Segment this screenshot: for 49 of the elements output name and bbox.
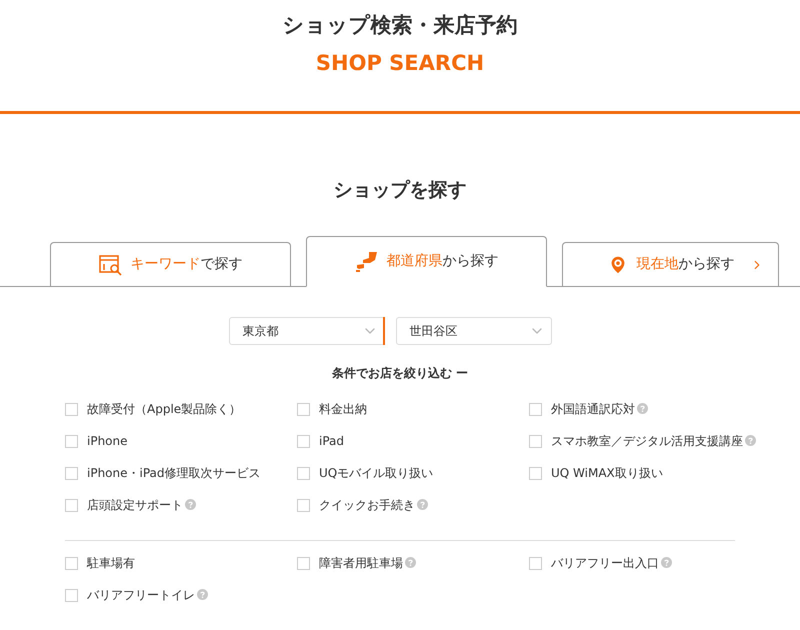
search-tab[interactable]: 都道府県から探す [306,236,547,287]
filter-label: 料金出納 [319,401,367,418]
checkbox[interactable] [529,403,542,416]
checkbox[interactable] [65,467,78,480]
checkbox[interactable] [65,589,78,602]
checkbox[interactable] [529,557,542,570]
search-icon [98,254,122,276]
help-icon[interactable] [417,499,428,510]
filter-label: クイックお手続き [319,497,428,514]
filter-label: 故障受付（Apple製品除く） [87,401,242,418]
search-tab[interactable]: キーワードで探す [50,242,291,286]
filter-label: UQモバイル取り扱い [319,465,434,482]
collapse-toggle[interactable]: ー [456,367,468,379]
filter-label: 外国語通訳応対 [551,401,648,418]
filter-label: スマホ教室／デジタル活用支援講座 [551,433,756,450]
filter-label: 駐車場有 [87,555,135,572]
page-subtitle: SHOP SEARCH [316,50,484,77]
checkbox[interactable] [529,435,542,448]
checkbox[interactable] [297,403,310,416]
search-tab[interactable]: 現在地から探す [562,242,779,286]
help-icon[interactable] [197,589,208,600]
help-icon[interactable] [661,557,672,568]
filter-title: 条件でお店を絞り込む [332,365,452,382]
checkbox[interactable] [65,557,78,570]
help-icon[interactable] [745,435,756,446]
checkbox[interactable] [297,435,310,448]
help-icon[interactable] [185,499,196,510]
checkbox[interactable] [529,467,542,480]
japan-map-icon [354,250,378,272]
help-icon[interactable] [637,403,648,414]
checkbox[interactable] [297,557,310,570]
section-title: ショップを探す [334,178,466,203]
checkbox[interactable] [65,435,78,448]
filter-label: iPhone・iPad修理取次サービス [87,465,261,482]
page-title: ショップ検索・来店予約 [282,12,518,39]
filter-label: 障害者用駐車場 [319,555,416,572]
filter-label: iPhone [87,433,128,450]
filter-label: バリアフリー出入口 [551,555,672,572]
filter-label: UQ WiMAX取り扱い [551,465,663,482]
checkbox[interactable] [65,403,78,416]
checkbox[interactable] [297,467,310,480]
help-icon[interactable] [405,557,416,568]
filter-label: iPad [319,433,344,450]
filter-label: バリアフリートイレ [87,587,208,604]
checkbox[interactable] [65,499,78,512]
checkbox[interactable] [297,499,310,512]
filter-label: 店頭設定サポート [87,497,196,514]
area-select[interactable]: 東京都 [228,317,384,345]
area-select[interactable]: 世田谷区 [396,317,552,345]
